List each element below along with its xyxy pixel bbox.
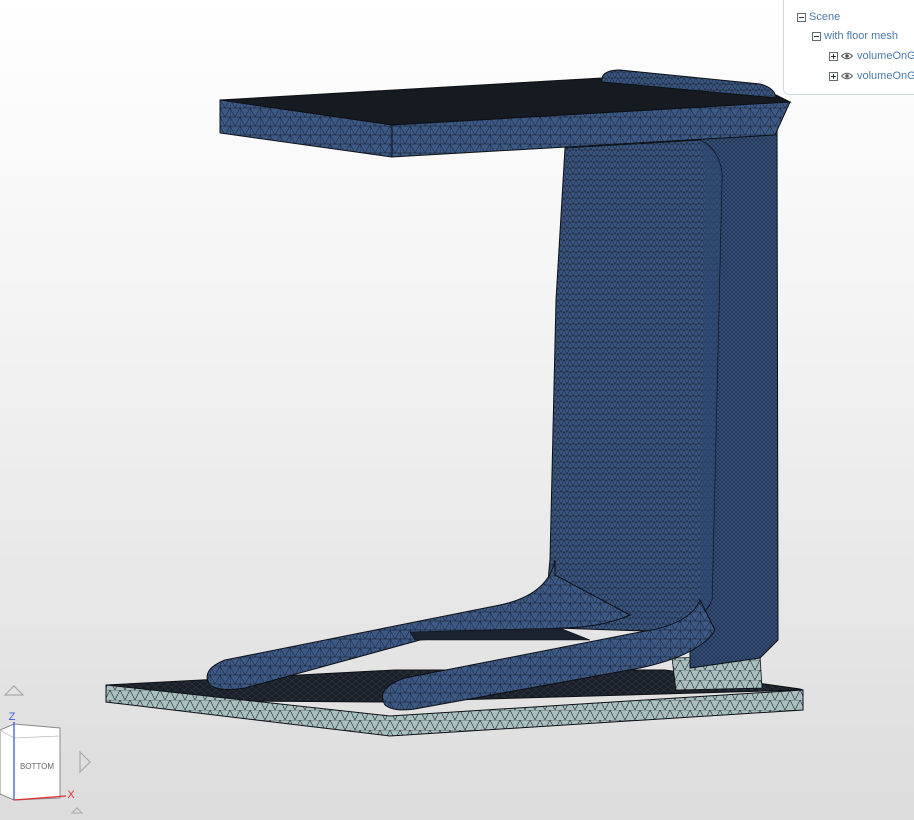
rotate-down-arrow-icon[interactable]	[70, 807, 84, 814]
rotate-up-arrow-icon[interactable]	[3, 685, 25, 696]
tree-node-scene[interactable]: Scene	[797, 9, 840, 25]
part-mesh[interactable]	[206, 69, 792, 711]
collapse-icon[interactable]	[812, 31, 821, 41]
cube-face-label: BOTTOM	[20, 762, 54, 771]
navigation-cube[interactable]: BOTTOM Z X	[0, 680, 100, 820]
cube-face-bottom[interactable]: BOTTOM	[0, 723, 61, 801]
expand-icon[interactable]	[829, 51, 838, 61]
eye-icon[interactable]	[841, 72, 853, 80]
tree-node-label: with floor mesh	[824, 30, 898, 42]
tree-node-label: volumeOnG	[857, 70, 914, 82]
3d-viewport[interactable]	[0, 0, 914, 820]
expand-icon[interactable]	[829, 71, 838, 81]
tree-node-label: volumeOnG	[857, 50, 914, 62]
tree-node-with-floor-mesh[interactable]: with floor mesh	[812, 28, 898, 44]
rotate-right-arrow-icon[interactable]	[79, 750, 91, 774]
collapse-icon[interactable]	[797, 12, 806, 22]
x-axis-label: X	[67, 789, 75, 801]
z-axis-label: Z	[9, 711, 16, 723]
scene-tree-panel: Scene with floor mesh volumeOnG volumeOn…	[783, 0, 914, 95]
tree-node-volume-2[interactable]: volumeOnG	[829, 68, 914, 84]
eye-icon[interactable]	[841, 52, 853, 60]
tree-node-volume-1[interactable]: volumeOnG	[829, 48, 914, 64]
tree-node-label: Scene	[809, 11, 841, 23]
